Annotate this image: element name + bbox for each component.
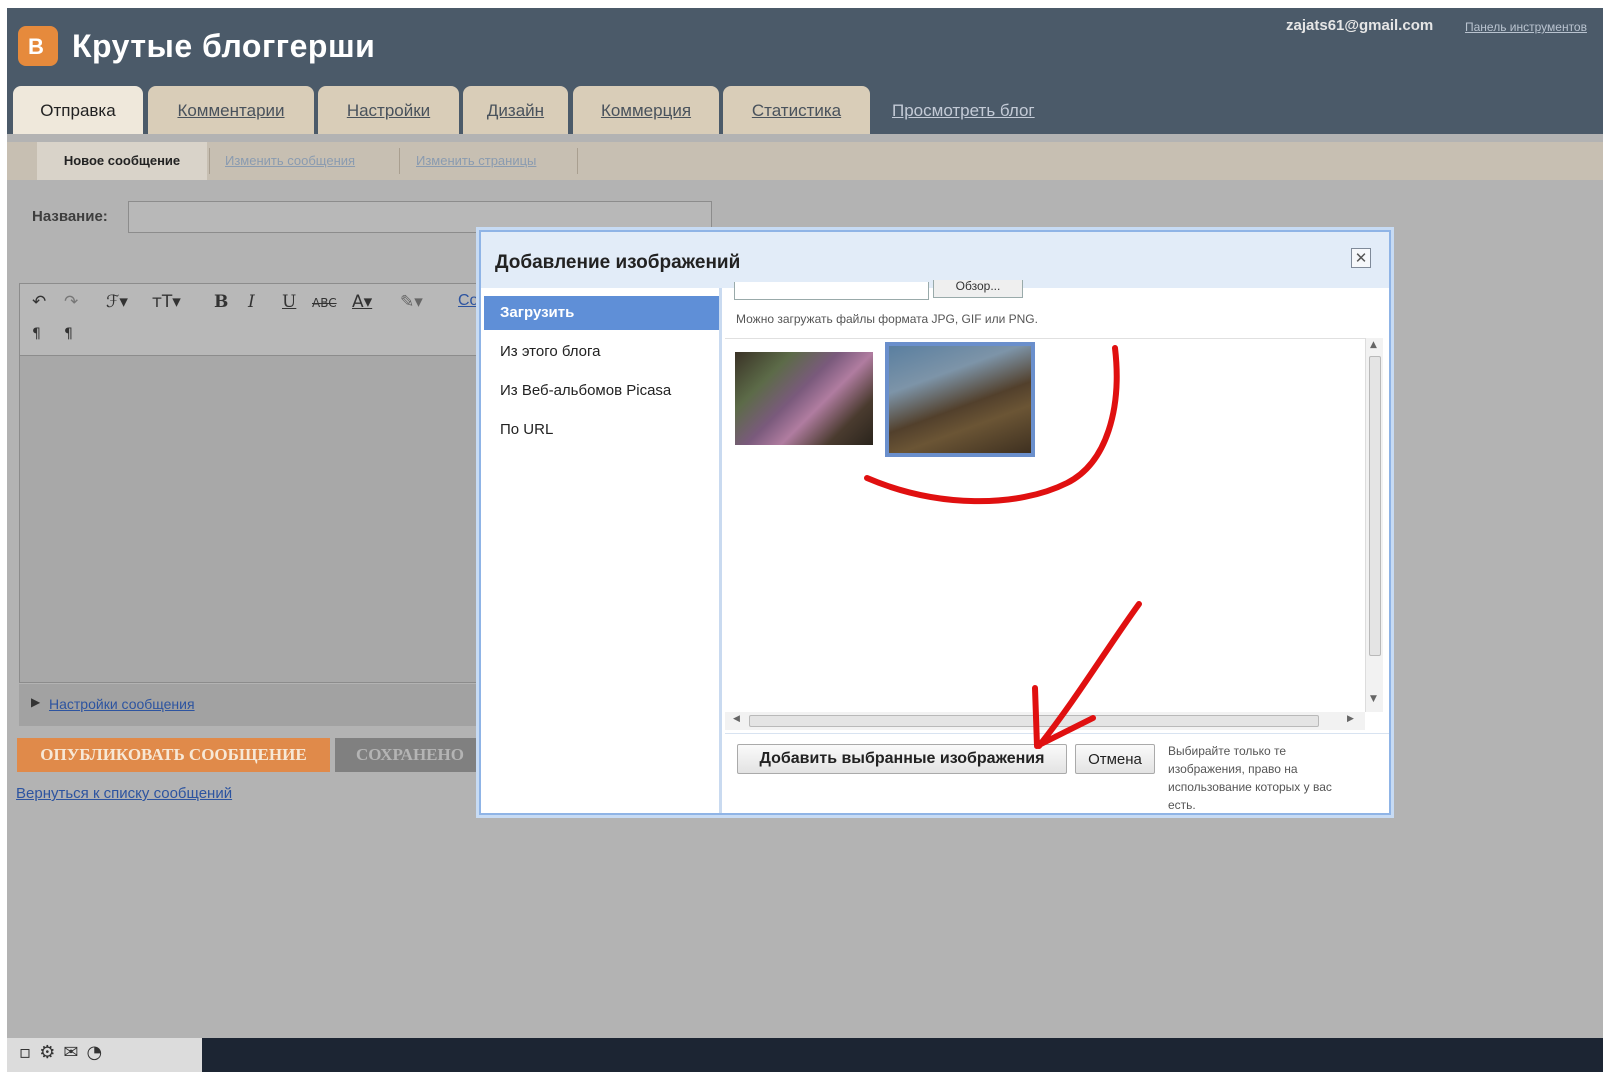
- add-image-dialog: Добавление изображений ✕ Загрузить Из эт…: [479, 230, 1391, 815]
- back-to-posts-link[interactable]: Вернуться к списку сообщений: [16, 785, 232, 802]
- post-title-label: Название:: [32, 208, 108, 225]
- dialog-footer: Добавить выбранные изображения Отмена Вы…: [725, 733, 1389, 813]
- subnav-edit-posts[interactable]: Изменить сообщения: [225, 142, 355, 180]
- blogger-header: B Крутые блоггерши zajats61@gmail.com Па…: [7, 8, 1603, 134]
- blog-title: Крутые блоггерши: [72, 28, 376, 64]
- nav-from-url[interactable]: По URL: [484, 413, 719, 447]
- posting-subnav: Новое сообщение Изменить сообщения Измен…: [7, 142, 1603, 180]
- post-settings-bar: ▶ Настройки сообщения: [19, 684, 489, 726]
- saved-button[interactable]: СОХРАНЕНО: [335, 738, 485, 772]
- bold-icon[interactable]: B: [214, 292, 228, 312]
- font-size-icon[interactable]: ᴛT▾: [152, 292, 181, 312]
- text-color-icon[interactable]: A▾: [352, 292, 372, 312]
- underline-icon[interactable]: U: [282, 292, 296, 312]
- tray-icon-1[interactable]: ▫: [19, 1042, 39, 1063]
- strikethrough-icon[interactable]: ABC: [312, 296, 337, 310]
- compose-link[interactable]: Со: [458, 292, 478, 310]
- italic-icon[interactable]: I: [248, 292, 255, 312]
- view-blog-link[interactable]: Просмотреть блог: [892, 86, 1035, 134]
- scroll-left-icon[interactable]: ◀: [733, 714, 740, 724]
- tray-icons[interactable]: ▫⚙✉◔: [19, 1042, 110, 1063]
- tray-icon-2[interactable]: ⚙: [39, 1042, 63, 1063]
- ltr-icon[interactable]: ¶: [32, 326, 41, 342]
- nav-upload[interactable]: Загрузить: [484, 296, 719, 330]
- blogger-logo-icon[interactable]: B: [18, 26, 58, 66]
- status-bar: [7, 1038, 1603, 1072]
- cancel-button[interactable]: Отмена: [1075, 744, 1155, 774]
- tab-stats[interactable]: Статистика: [723, 86, 870, 134]
- subnav-edit-pages[interactable]: Изменить страницы: [416, 142, 536, 180]
- nav-from-this-blog[interactable]: Из этого блога: [484, 335, 719, 369]
- user-email: zajats61@gmail.com: [1286, 17, 1434, 34]
- redo-icon[interactable]: ↷: [64, 292, 78, 312]
- image-thumbnail[interactable]: [735, 352, 873, 445]
- tab-comments[interactable]: Комментарии: [148, 86, 314, 134]
- dashboard-link[interactable]: Панель инструментов: [1465, 20, 1587, 34]
- scroll-down-icon[interactable]: ▼: [1370, 694, 1377, 704]
- file-path-input[interactable]: [734, 282, 929, 300]
- publish-button[interactable]: ОПУБЛИКОВАТЬ СООБЩЕНИЕ: [17, 738, 330, 772]
- add-selected-images-button[interactable]: Добавить выбранные изображения: [737, 744, 1067, 774]
- rtl-icon[interactable]: ¶: [64, 326, 73, 342]
- highlight-icon[interactable]: ✎▾: [400, 292, 423, 312]
- dialog-title: Добавление изображений: [495, 252, 741, 273]
- upload-hint: Можно загружать файлы формата JPG, GIF и…: [736, 312, 1038, 326]
- image-thumbnail-photo: [889, 346, 1031, 453]
- subnav-new-post[interactable]: Новое сообщение: [37, 142, 207, 180]
- expand-arrow-icon[interactable]: ▶: [31, 695, 40, 709]
- scroll-right-icon[interactable]: ▶: [1347, 714, 1354, 724]
- scroll-up-icon[interactable]: ▲: [1370, 340, 1377, 350]
- dialog-body: Обзор... Можно загружать файлы формата J…: [725, 280, 1389, 813]
- tray-icon-3[interactable]: ✉: [63, 1042, 86, 1063]
- undo-icon[interactable]: ↶: [32, 292, 46, 312]
- tray-icon-4[interactable]: ◔: [86, 1042, 110, 1063]
- close-icon[interactable]: ✕: [1351, 248, 1371, 268]
- browse-button[interactable]: Обзор...: [933, 280, 1023, 298]
- tab-design[interactable]: Дизайн: [463, 86, 568, 134]
- post-settings-link[interactable]: Настройки сообщения: [49, 696, 195, 712]
- tab-monetize[interactable]: Коммерция: [573, 86, 719, 134]
- subnav-divider: [209, 148, 210, 174]
- image-gallery: [725, 338, 1365, 712]
- post-editor[interactable]: ↶ ↷ ℱ▾ ᴛT▾ B I U ABC A▾ ✎▾ Со ¶ ¶: [19, 283, 489, 683]
- subnav-divider: [577, 148, 578, 174]
- tab-settings[interactable]: Настройки: [318, 86, 459, 134]
- tab-posting[interactable]: Отправка: [13, 86, 143, 134]
- horizontal-scroll-thumb[interactable]: [749, 715, 1319, 727]
- rights-note: Выбирайте только те изображения, право н…: [1168, 744, 1332, 812]
- vertical-scrollbar[interactable]: ▲ ▼: [1365, 338, 1383, 712]
- logo-glyph: B: [28, 34, 44, 59]
- font-icon[interactable]: ℱ▾: [106, 292, 128, 312]
- horizontal-scrollbar[interactable]: ◀ ▶: [725, 712, 1365, 730]
- subnav-divider: [399, 148, 400, 174]
- post-title-input[interactable]: [128, 201, 712, 233]
- dialog-source-nav: Загрузить Из этого блога Из Веб-альбомов…: [484, 288, 722, 813]
- image-thumbnail-selected[interactable]: [885, 342, 1035, 457]
- editor-toolbar: ↶ ↷ ℱ▾ ᴛT▾ B I U ABC A▾ ✎▾ Со ¶ ¶: [20, 284, 488, 356]
- screen: B Крутые блоггерши zajats61@gmail.com Па…: [7, 8, 1603, 1072]
- nav-from-picasa[interactable]: Из Веб-альбомов Picasa: [484, 374, 719, 408]
- vertical-scroll-thumb[interactable]: [1369, 356, 1381, 656]
